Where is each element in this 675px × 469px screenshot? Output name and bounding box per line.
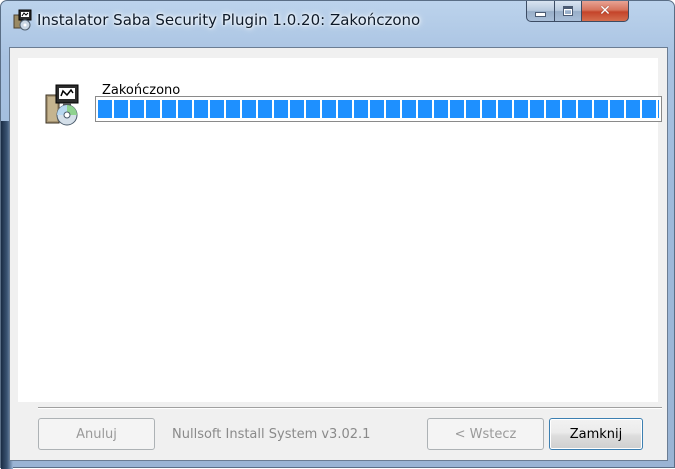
close-button[interactable]: Zamknij <box>549 418 643 450</box>
maximize-icon <box>563 6 573 16</box>
footer-separator <box>38 407 662 409</box>
title-bar[interactable]: Instalator Saba Security Plugin 1.0.20: … <box>1 1 675 47</box>
close-icon: ✕ <box>599 3 611 19</box>
back-button[interactable]: < Wstecz <box>427 418 544 450</box>
installer-app-icon <box>13 9 33 31</box>
close-window-button[interactable]: ✕ <box>582 1 629 22</box>
client-area: Zakończono Anuluj Nullsoft Install Syste… <box>9 47 668 461</box>
installer-window: Instalator Saba Security Plugin 1.0.20: … <box>0 0 675 469</box>
cancel-button[interactable]: Anuluj <box>38 418 155 450</box>
window-title: Instalator Saba Security Plugin 1.0.20: … <box>37 11 421 29</box>
nsis-branding-text: Nullsoft Install System v3.02.1 <box>172 427 371 442</box>
minimize-button[interactable] <box>526 1 555 22</box>
installer-icon <box>43 83 83 127</box>
progress-bar <box>95 96 662 122</box>
caption-buttons: ✕ <box>526 1 629 23</box>
minimize-icon <box>535 11 546 17</box>
progress-bar-fill <box>98 100 659 118</box>
maximize-button[interactable] <box>555 1 582 22</box>
